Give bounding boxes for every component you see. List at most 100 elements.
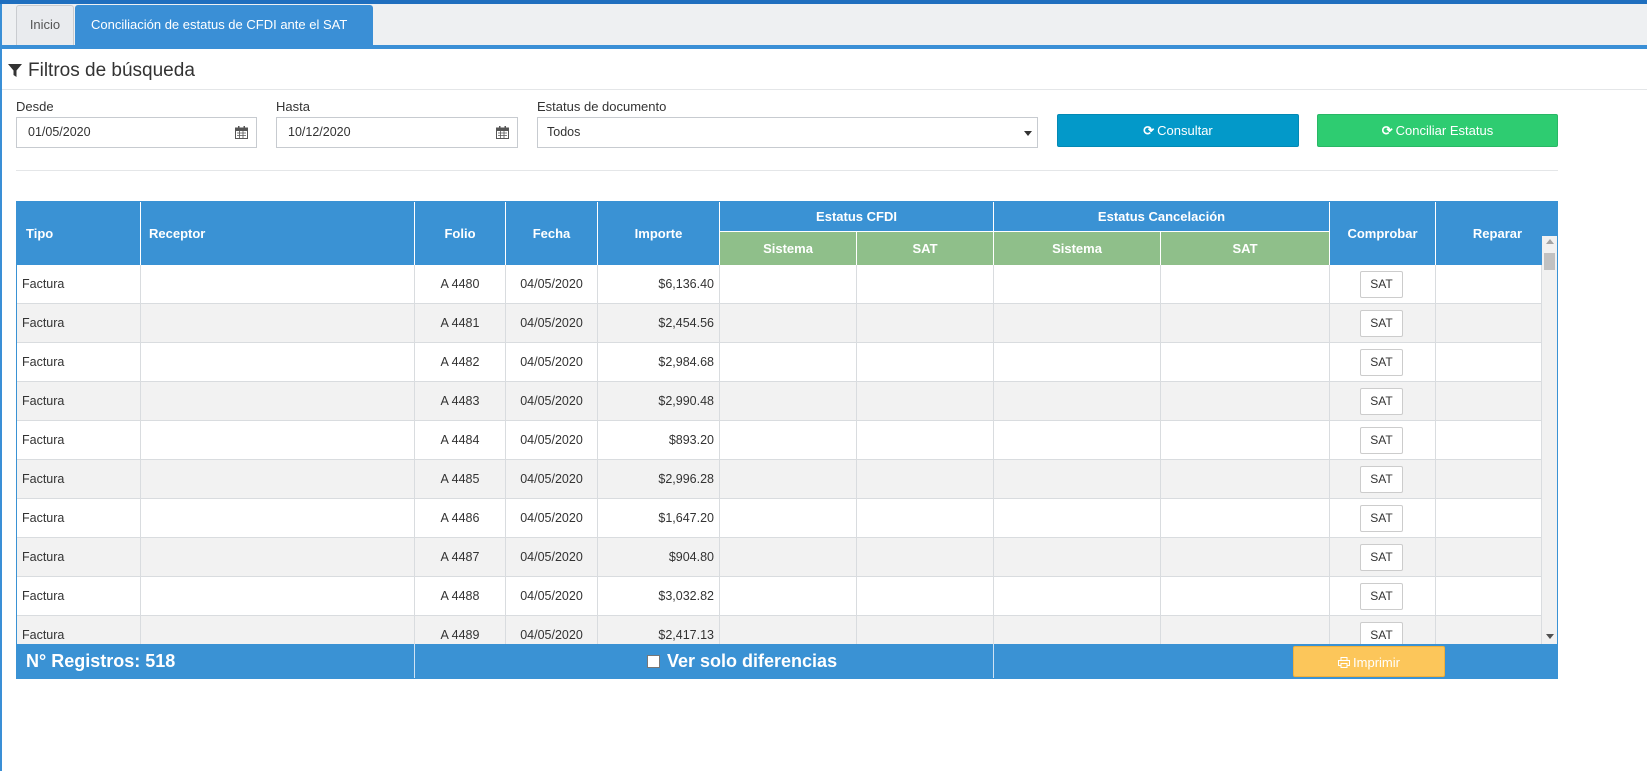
- header-cancelacion-sat: SAT: [1161, 231, 1330, 265]
- comprobar-sat-button[interactable]: SAT: [1360, 622, 1403, 644]
- filter-icon: [8, 64, 22, 77]
- cell-empty: [1161, 304, 1330, 342]
- header-folio[interactable]: Folio: [415, 202, 506, 265]
- header-fecha[interactable]: Fecha: [506, 202, 598, 265]
- imprimir-button[interactable]: Imprimir: [1293, 646, 1445, 677]
- footer-divider: [414, 644, 415, 678]
- tab-inicio-label: Inicio: [29, 17, 61, 32]
- table-row: Factura A 4483 04/05/2020 $2,990.48 SAT: [17, 382, 1542, 421]
- cell-empty: [857, 616, 994, 644]
- cell-empty: [857, 304, 994, 342]
- divider: [16, 170, 1558, 171]
- cell-importe: $1,647.20: [598, 499, 720, 537]
- cell-receptor: [141, 304, 415, 342]
- comprobar-sat-button[interactable]: SAT: [1360, 349, 1403, 376]
- table-row: Factura A 4480 04/05/2020 $6,136.40 SAT: [17, 265, 1542, 304]
- cell-empty: [994, 499, 1161, 537]
- table-row: Factura A 4482 04/05/2020 $2,984.68 SAT: [17, 343, 1542, 382]
- comprobar-sat-button[interactable]: SAT: [1360, 583, 1403, 610]
- cell-empty: [857, 499, 994, 537]
- table-scrollbar[interactable]: [1542, 236, 1557, 644]
- table-row: Factura A 4488 04/05/2020 $3,032.82 SAT: [17, 577, 1542, 616]
- diff-checkbox[interactable]: [647, 655, 660, 668]
- table-body: Factura A 4480 04/05/2020 $6,136.40 SAT Factu…: [17, 265, 1542, 644]
- cell-tipo: Factura: [17, 577, 141, 615]
- cell-fecha: 04/05/2020: [506, 304, 598, 342]
- cell-folio: A 4488: [415, 577, 506, 615]
- cell-empty: [1161, 343, 1330, 381]
- cell-empty: [857, 382, 994, 420]
- refresh-icon: ⟳: [1381, 123, 1393, 138]
- header-estatus-cfdi: Estatus CFDI: [720, 202, 994, 231]
- cell-tipo: Factura: [17, 616, 141, 644]
- estatus-select-value: Todos: [547, 125, 581, 139]
- cell-empty: [994, 616, 1161, 644]
- cell-folio: A 4489: [415, 616, 506, 644]
- header-tipo[interactable]: Tipo: [17, 202, 141, 265]
- hasta-label: Hasta: [276, 99, 310, 114]
- comprobar-sat-button[interactable]: SAT: [1360, 310, 1403, 337]
- scroll-up-icon[interactable]: [1546, 239, 1554, 244]
- divider: [2, 89, 1647, 90]
- diff-toggle[interactable]: Ver solo diferencias: [647, 651, 837, 672]
- comprobar-sat-button[interactable]: SAT: [1360, 544, 1403, 571]
- cell-importe: $893.20: [598, 421, 720, 459]
- cell-empty: [1436, 460, 1542, 498]
- cell-tipo: Factura: [17, 343, 141, 381]
- header-receptor[interactable]: Receptor: [141, 202, 415, 265]
- consultar-button-label: Consultar: [1157, 123, 1213, 138]
- hasta-date-value: 10/12/2020: [288, 125, 351, 139]
- comprobar-sat-button[interactable]: SAT: [1360, 466, 1403, 493]
- cell-importe: $2,990.48: [598, 382, 720, 420]
- imprimir-button-label: Imprimir: [1353, 655, 1400, 670]
- cell-tipo: Factura: [17, 382, 141, 420]
- header-cfdi-sistema: Sistema: [720, 231, 857, 265]
- cell-folio: A 4485: [415, 460, 506, 498]
- tab-inicio[interactable]: Inicio: [16, 5, 74, 45]
- cell-fecha: 04/05/2020: [506, 577, 598, 615]
- cell-receptor: [141, 343, 415, 381]
- cell-importe: $3,032.82: [598, 577, 720, 615]
- table-footer: N° Registros: 518 Ver solo diferencias I…: [17, 644, 1557, 678]
- desde-date-value: 01/05/2020: [28, 125, 91, 139]
- cell-importe: $2,984.68: [598, 343, 720, 381]
- cell-empty: [1161, 460, 1330, 498]
- cell-empty: [857, 460, 994, 498]
- scroll-down-icon[interactable]: [1546, 634, 1554, 639]
- table-row: Factura A 4487 04/05/2020 $904.80 SAT: [17, 538, 1542, 577]
- cell-empty: [1161, 265, 1330, 303]
- cell-importe: $904.80: [598, 538, 720, 576]
- cell-empty: [1161, 499, 1330, 537]
- comprobar-sat-button[interactable]: SAT: [1360, 427, 1403, 454]
- cell-empty: [1436, 382, 1542, 420]
- estatus-select[interactable]: Todos: [537, 117, 1038, 148]
- header-importe[interactable]: Importe: [598, 202, 720, 265]
- cell-empty: [1436, 499, 1542, 537]
- conciliar-estatus-button[interactable]: ⟳ Conciliar Estatus: [1317, 114, 1558, 147]
- cell-receptor: [141, 538, 415, 576]
- cell-empty: [1161, 616, 1330, 644]
- cell-empty: [1436, 538, 1542, 576]
- calendar-icon[interactable]: [496, 126, 509, 139]
- comprobar-sat-button[interactable]: SAT: [1360, 505, 1403, 532]
- calendar-icon[interactable]: [235, 126, 248, 139]
- cell-empty: [994, 421, 1161, 459]
- conciliar-button-label: Conciliar Estatus: [1395, 123, 1494, 138]
- header-reparar: Reparar: [1436, 202, 1557, 265]
- comprobar-sat-button[interactable]: SAT: [1360, 388, 1403, 415]
- header-cfdi-sat: SAT: [857, 231, 994, 265]
- cell-empty: [720, 265, 857, 303]
- scroll-thumb[interactable]: [1544, 253, 1555, 270]
- tab-conciliacion[interactable]: Conciliación de estatus de CFDI ante el …: [75, 5, 373, 71]
- cell-empty: [994, 265, 1161, 303]
- cell-empty: [720, 343, 857, 381]
- hasta-date-input[interactable]: 10/12/2020: [276, 117, 518, 148]
- cell-empty: [720, 577, 857, 615]
- comprobar-sat-button[interactable]: SAT: [1360, 271, 1403, 298]
- cell-receptor: [141, 460, 415, 498]
- cell-fecha: 04/05/2020: [506, 538, 598, 576]
- desde-date-input[interactable]: 01/05/2020: [16, 117, 257, 148]
- cell-empty: [720, 382, 857, 420]
- consultar-button[interactable]: ⟳ Consultar: [1057, 114, 1299, 147]
- cell-empty: [1161, 577, 1330, 615]
